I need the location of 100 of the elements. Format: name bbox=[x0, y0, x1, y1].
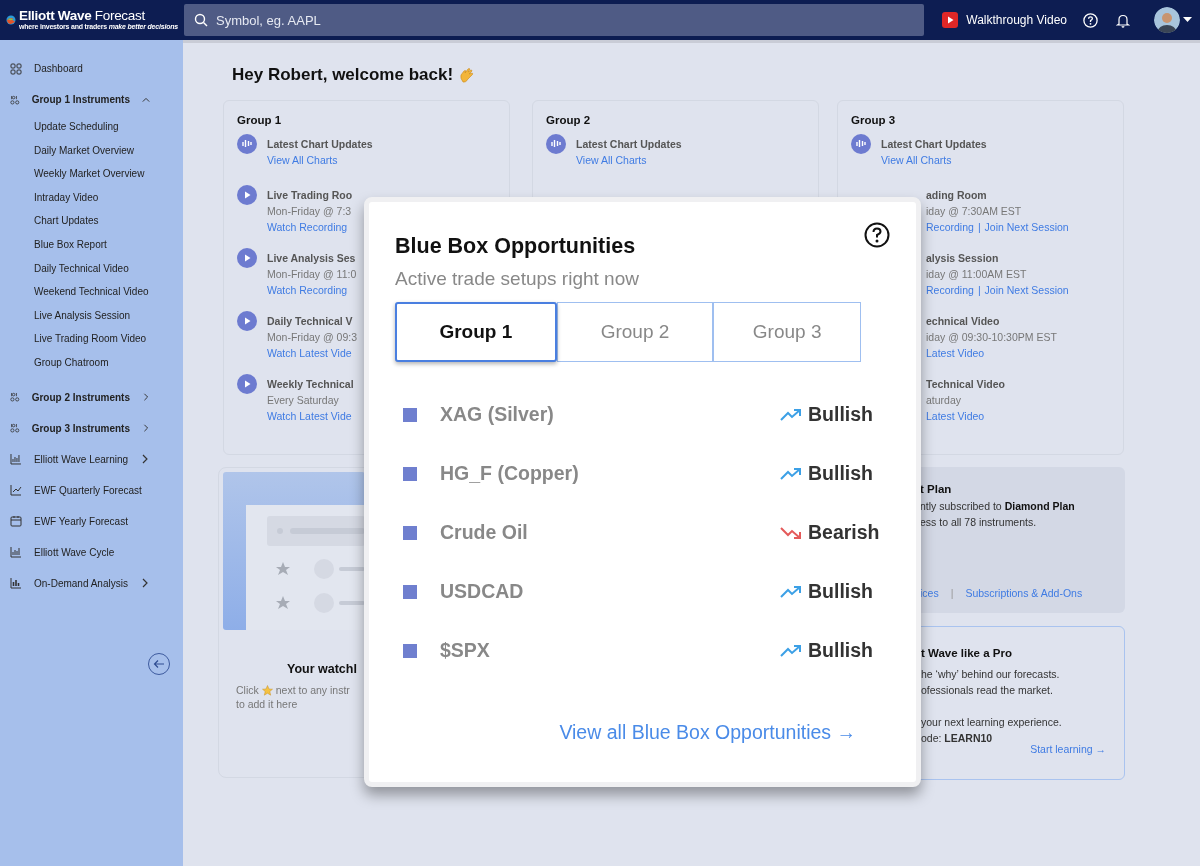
trend-label: Bullish bbox=[808, 403, 873, 426]
play-icon bbox=[237, 185, 257, 205]
menu-item-icon bbox=[10, 546, 22, 559]
schedule-text: iday @ 09:30-10:30PM EST bbox=[926, 330, 1057, 345]
trend-up-icon bbox=[780, 407, 802, 422]
menu-item-icon bbox=[10, 484, 22, 497]
sidebar-item[interactable]: Dashboard bbox=[0, 53, 150, 84]
sidebar-subitem[interactable]: Update Scheduling bbox=[34, 115, 119, 139]
separator-text: | bbox=[977, 220, 981, 235]
menu-item-icon bbox=[10, 422, 20, 435]
chart-icon bbox=[237, 134, 257, 154]
sidebar-item[interactable]: EWF Yearly Forecast bbox=[0, 505, 150, 537]
plan-text: ess to all 78 instruments. bbox=[920, 515, 1038, 530]
sidebar-item[interactable]: Group 2 Instruments bbox=[0, 381, 150, 413]
trend-label: Bullish bbox=[808, 462, 873, 485]
menu-item-icon bbox=[10, 515, 22, 528]
schedule-text: Mon-Friday @ 11:0 bbox=[267, 267, 357, 282]
item-title: ading Room bbox=[926, 188, 988, 203]
sidebar-item[interactable]: Elliott Wave Learning bbox=[0, 443, 150, 475]
menu-item-icon bbox=[10, 453, 22, 466]
caret-icon bbox=[1183, 17, 1192, 23]
item-title: Latest Chart Updates bbox=[267, 137, 373, 152]
plan-text: ntly subscribed to Diamond Plan bbox=[920, 499, 1076, 514]
arrow-left-icon bbox=[153, 659, 165, 669]
group-tab[interactable]: Group 2 bbox=[556, 302, 714, 362]
separator-text: | bbox=[950, 587, 954, 599]
help-button[interactable] bbox=[864, 222, 890, 248]
item-title: Latest Chart Updates bbox=[881, 137, 987, 152]
schedule-text: Mon-Friday @ 09:3 bbox=[267, 330, 358, 345]
item-title: Live Analysis Ses bbox=[267, 251, 357, 266]
item-title: Live Trading Roo bbox=[267, 188, 353, 203]
schedule-text: iday @ 11:00AM EST bbox=[926, 267, 1028, 282]
sidebar-item[interactable]: EWF Quarterly Forecast bbox=[0, 474, 150, 506]
item-title: Latest Chart Updates bbox=[576, 137, 682, 152]
sidebar-subitem[interactable]: Weekend Technical Video bbox=[34, 280, 149, 304]
card-title: Group 2 bbox=[546, 114, 592, 126]
item-title: Technical Video bbox=[926, 377, 1005, 392]
card-title: Group 1 bbox=[237, 114, 283, 126]
instrument-marker bbox=[403, 407, 417, 422]
sidebar-item[interactable]: Elliott Wave Cycle bbox=[0, 536, 150, 568]
sidebar-subitem[interactable]: Intraday Video bbox=[34, 185, 99, 210]
waving-hand-icon bbox=[459, 66, 476, 84]
chart-icon bbox=[851, 134, 871, 154]
menu-item-icon bbox=[10, 93, 20, 106]
schedule-text: aturday bbox=[926, 393, 963, 408]
learn-text: your next learning experience. bbox=[921, 715, 1063, 730]
search-field[interactable]: Symbol, eg. AAPL bbox=[184, 4, 925, 36]
learn-text: he ‘why’ behind our forecasts. bbox=[921, 667, 1061, 682]
instrument-name: $SPX bbox=[440, 639, 491, 662]
menu-item-icon bbox=[10, 577, 22, 590]
separator-text: | bbox=[977, 283, 981, 298]
instrument-marker bbox=[403, 525, 417, 540]
trend-up-icon bbox=[780, 466, 802, 481]
sidebar-subitem[interactable]: Daily Technical Video bbox=[34, 256, 129, 281]
trend-label: Bullish bbox=[808, 639, 873, 662]
item-title: echnical Video bbox=[926, 314, 1001, 329]
bell-icon bbox=[1116, 12, 1130, 28]
schedule-text: Mon-Friday @ 7:3 bbox=[267, 204, 353, 219]
account-button[interactable] bbox=[1154, 7, 1192, 33]
group-tab[interactable]: Group 3 bbox=[713, 302, 861, 362]
instrument-marker bbox=[403, 584, 417, 599]
sidebar-subitem[interactable]: Live Analysis Session bbox=[34, 303, 131, 328]
sidebar-subitem[interactable]: Chart Updates bbox=[34, 209, 99, 233]
sidebar-item[interactable]: Group 1 Instruments bbox=[0, 84, 150, 115]
schedule-text: Every Saturday bbox=[267, 393, 340, 408]
sidebar-subitem[interactable]: Group Chatroom bbox=[34, 350, 109, 375]
hint-text: to add it here bbox=[236, 698, 298, 710]
item-title: alysis Session bbox=[926, 251, 1000, 266]
learn-text: ode: LEARN10 bbox=[921, 731, 994, 746]
hint-text: next to any instr bbox=[275, 684, 350, 696]
watchlist-title: Your watchl bbox=[287, 662, 358, 676]
menu-item-icon bbox=[10, 62, 22, 75]
schedule-text: iday @ 7:30AM EST bbox=[926, 204, 1023, 219]
menu-item-icon bbox=[10, 391, 20, 404]
sidebar-subitem[interactable]: Daily Market Overview bbox=[34, 138, 135, 163]
group-tab[interactable]: Group 1 bbox=[395, 302, 557, 362]
trend-label: Bullish bbox=[808, 580, 873, 603]
learn-text: ofessionals read the market. bbox=[921, 683, 1054, 698]
item-title: Daily Technical V bbox=[267, 314, 354, 329]
play-icon bbox=[237, 248, 257, 268]
sidebar-subitem[interactable]: Blue Box Report bbox=[34, 232, 107, 257]
sidebar-subitem[interactable]: Live Trading Room Video bbox=[34, 327, 147, 351]
instrument-name: Crude Oil bbox=[440, 521, 529, 544]
sidebar-subitem[interactable]: Weekly Market Overview bbox=[34, 162, 145, 186]
avatar-icon bbox=[1154, 7, 1180, 33]
trend-label: Bearish bbox=[808, 521, 880, 544]
card-title: Group 3 bbox=[851, 114, 897, 126]
trend-down-icon bbox=[780, 525, 802, 540]
sidebar-item[interactable]: On-Demand Analysis bbox=[0, 567, 150, 599]
hint-text: Click bbox=[236, 684, 259, 696]
instrument-name: XAG (Silver) bbox=[440, 403, 555, 426]
item-title: Weekly Technical bbox=[267, 377, 354, 392]
sidebar-item[interactable]: Group 3 Instruments bbox=[0, 412, 150, 444]
greeting-heading: Hey Robert, welcome back! bbox=[232, 65, 454, 85]
instrument-marker bbox=[403, 466, 417, 481]
search-icon bbox=[194, 13, 208, 27]
instrument-name: HG_F (Copper) bbox=[440, 462, 580, 485]
walkthrough-button[interactable]: Walkthrough Video bbox=[940, 10, 1069, 30]
modal-title: Blue Box Opportunities bbox=[395, 234, 636, 259]
notifications-button[interactable] bbox=[1116, 12, 1130, 28]
